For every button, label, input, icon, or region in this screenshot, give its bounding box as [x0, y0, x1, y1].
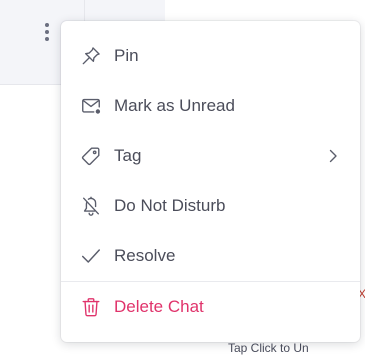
bell-off-icon [80, 195, 102, 217]
menu-item-delete-chat[interactable]: Delete Chat [61, 282, 360, 332]
menu-item-resolve[interactable]: Resolve [61, 231, 360, 281]
check-icon [80, 245, 102, 267]
more-options-button[interactable] [40, 18, 54, 46]
more-options-dot [45, 23, 49, 27]
menu-item-label: Tag [114, 146, 142, 165]
menu-item-label: Resolve [114, 246, 176, 265]
more-options-dot [45, 37, 49, 41]
chat-context-menu: Pin Mark as Unread Tag Do Not Disturb Re… [61, 21, 360, 342]
pin-icon [80, 45, 102, 67]
menu-item-label: Pin [114, 46, 139, 65]
menu-item-label: Do Not Disturb [114, 196, 226, 215]
mail-unread-icon [80, 95, 102, 117]
menu-item-pin[interactable]: Pin [61, 31, 360, 81]
menu-item-label: Delete Chat [114, 297, 204, 316]
menu-item-do-not-disturb[interactable]: Do Not Disturb [61, 181, 360, 231]
more-options-dot [45, 30, 49, 34]
menu-item-mark-as-unread[interactable]: Mark as Unread [61, 81, 360, 131]
background-partial-text: Tap Click to Un [228, 341, 309, 355]
menu-item-label: Mark as Unread [114, 96, 235, 115]
trash-icon [80, 296, 102, 318]
menu-item-tag[interactable]: Tag [61, 131, 360, 181]
tag-icon [80, 145, 102, 167]
chevron-right-icon [326, 149, 340, 163]
